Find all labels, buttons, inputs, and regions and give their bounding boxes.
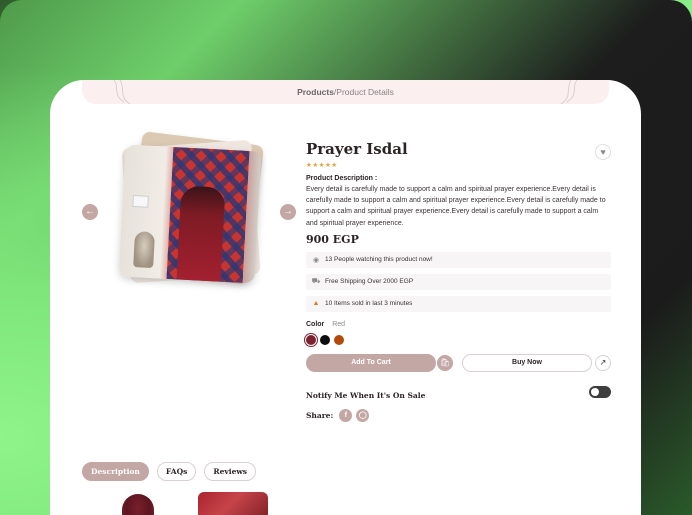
ornament-icon — [560, 80, 578, 104]
info-row-text: 13 People watching this product now! — [325, 256, 433, 264]
add-to-cart-button[interactable]: Add To Cart — [306, 353, 436, 372]
lantern-decor — [133, 231, 155, 269]
color-swatches — [306, 334, 611, 345]
eye-icon: ◉ — [312, 256, 320, 264]
product-price: 900 EGP — [306, 232, 359, 246]
heart-icon: ♥ — [600, 147, 606, 157]
facebook-icon[interactable]: f — [339, 408, 353, 422]
breadcrumb-current: /Product Details — [333, 87, 394, 97]
bag-icon: 🛍 — [439, 358, 451, 368]
buy-now-arrow-button[interactable]: ↗ — [595, 354, 611, 371]
purchase-actions: Add To Cart 🛍 Buy Now ↗ — [306, 353, 611, 373]
swatch-red[interactable] — [306, 334, 316, 345]
buy-now-button[interactable]: Buy Now — [462, 353, 592, 372]
info-row-sold: ▲ 10 Items sold in last 3 minutes — [306, 295, 611, 312]
color-label: Color — [306, 320, 325, 328]
next-image-button[interactable]: → — [280, 204, 296, 220]
notify-label: Notify Me When It's On Sale — [306, 390, 426, 400]
tab-reviews[interactable]: Reviews — [204, 462, 257, 481]
arrow-up-right-icon: ↗ — [599, 358, 607, 368]
breadcrumb: Products /Product Details — [82, 80, 609, 104]
description-image-2 — [198, 492, 268, 515]
instagram-icon[interactable]: ◯ — [356, 408, 370, 422]
info-row-watching: ◉ 13 People watching this product now! — [306, 251, 611, 268]
tab-faqs[interactable]: FAQs — [156, 462, 197, 481]
ornament-icon — [113, 80, 131, 104]
product-tabs: Description FAQs Reviews — [82, 462, 257, 481]
product-info: Prayer Isdal ♥ ★★★★★ Product Description… — [306, 140, 611, 422]
description-text: Every detail is carefully made to suppor… — [306, 186, 606, 227]
description-image-1 — [122, 494, 154, 515]
share-row: Share: f ◯ — [306, 408, 611, 422]
cart-icon-button[interactable]: 🛍 — [437, 354, 453, 371]
description-label: Product Description : — [306, 175, 378, 182]
product-image[interactable] — [118, 144, 262, 284]
info-row-text: Free Shipping Over 2000 EGP — [325, 278, 414, 286]
breadcrumb-products[interactable]: Products — [297, 87, 334, 97]
swatch-brown[interactable] — [334, 334, 344, 345]
truck-icon: ⛟ — [311, 278, 321, 286]
notify-toggle[interactable] — [589, 385, 611, 398]
swatch-black[interactable] — [320, 334, 330, 345]
app-window: Products /Product Details ← → Prayer Isd… — [50, 80, 641, 515]
info-row-text: 10 Items sold in last 3 minutes — [325, 300, 413, 308]
isdal-figure — [176, 185, 226, 282]
arrow-left-icon: ← — [85, 206, 95, 217]
product-title: Prayer Isdal — [306, 140, 408, 158]
prev-image-button[interactable]: ← — [82, 204, 98, 220]
fire-icon: ▲ — [312, 300, 320, 308]
notify-on-sale: Notify Me When It's On Sale — [306, 385, 611, 400]
favorite-button[interactable]: ♥ — [595, 144, 611, 160]
product-gallery: ← → — [82, 131, 302, 296]
tab-description[interactable]: Description — [82, 462, 149, 481]
info-row-shipping: ⛟ Free Shipping Over 2000 EGP — [306, 273, 611, 290]
share-label: Share: — [306, 410, 334, 420]
color-selector: Color Red — [306, 321, 611, 328]
arrow-right-icon: → — [283, 206, 293, 217]
toggle-knob — [591, 387, 599, 396]
rating-stars: ★★★★★ — [306, 162, 338, 169]
color-value: Red — [332, 320, 346, 328]
tag — [132, 194, 149, 208]
